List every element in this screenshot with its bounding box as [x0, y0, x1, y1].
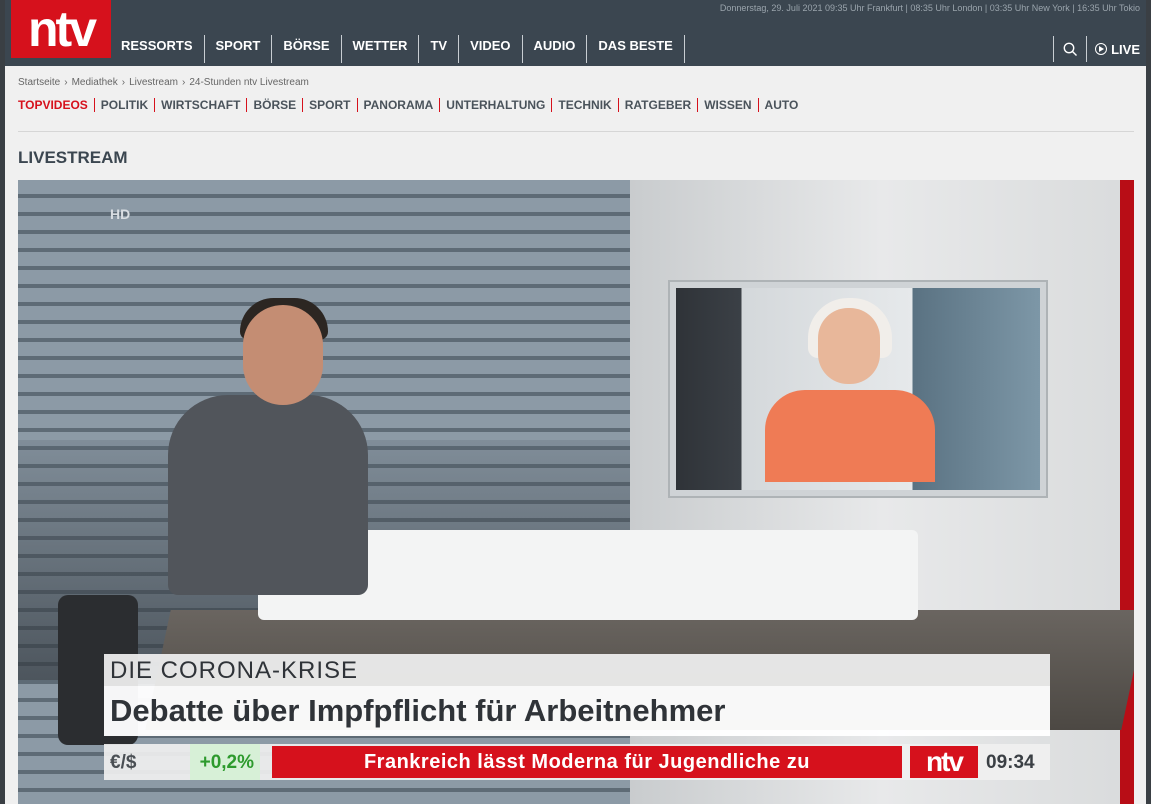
site-header: Donnerstag, 29. Juli 2021 09:35 Uhr Fran…	[5, 0, 1146, 66]
date-time-line: Donnerstag, 29. Juli 2021 09:35 Uhr Fran…	[719, 3, 1140, 13]
ntv-ticker-logo: ntv	[910, 746, 978, 778]
news-ticker: €/$ +0,2% Frankreich lässt Moderna für J…	[104, 744, 1050, 780]
subnav-wissen[interactable]: WISSEN	[697, 98, 757, 112]
ntv-logo[interactable]: ntv	[11, 0, 111, 58]
currency-change-box: +0,2%	[190, 744, 260, 780]
ticker-news: Frankreich lässt Moderna für Jugendliche…	[363, 751, 811, 773]
subnav-unterhaltung[interactable]: UNTERHALTUNG	[439, 98, 551, 112]
nav-tv[interactable]: TV	[419, 35, 460, 63]
live-button[interactable]: LIVE	[1087, 42, 1146, 57]
nav-audio[interactable]: AUDIO	[523, 35, 588, 63]
main-nav: RESSORTS SPORT BÖRSE WETTER TV VIDEO AUD…	[111, 34, 685, 64]
headline-text: Debatte über Impfpflicht für Arbeitnehme…	[110, 693, 726, 728]
subnav-politik[interactable]: POLITIK	[93, 98, 154, 112]
search-button[interactable]	[1053, 36, 1088, 62]
guest-figure	[765, 390, 935, 482]
breadcrumb-home[interactable]: Startseite	[18, 77, 60, 88]
subnav-technik[interactable]: TECHNIK	[551, 98, 617, 112]
ticker-time: 09:34	[986, 752, 1035, 773]
chevron-right-icon: ›	[64, 77, 68, 88]
nav-ressorts[interactable]: RESSORTS	[111, 35, 205, 63]
topic-text: DIE CORONA-KRISE	[110, 657, 359, 684]
nav-das-beste[interactable]: DAS BESTE	[587, 35, 685, 63]
video-category-nav: TOPVIDEOS POLITIK WIRTSCHAFT BÖRSE SPORT…	[18, 98, 804, 112]
browser-frame: Donnerstag, 29. Juli 2021 09:35 Uhr Fran…	[0, 0, 1151, 804]
subnav-panorama[interactable]: PANORAMA	[356, 98, 440, 112]
page: Donnerstag, 29. Juli 2021 09:35 Uhr Fran…	[5, 0, 1146, 804]
live-label: LIVE	[1111, 41, 1140, 57]
play-circle-icon	[1095, 43, 1108, 55]
nav-video[interactable]: VIDEO	[459, 35, 523, 63]
nav-sport[interactable]: SPORT	[205, 35, 273, 63]
presenter-figure	[168, 395, 368, 595]
nav-right: LIVE	[1053, 34, 1146, 64]
currency-change: +0,2%	[199, 752, 254, 773]
video-player[interactable]: HD DIE CORONA-KRISE Debatte über Impfpfl…	[18, 180, 1134, 804]
search-icon	[1063, 42, 1077, 56]
lower-third-topic: DIE CORONA-KRISE	[104, 654, 1050, 686]
breadcrumb-current: 24-Stunden ntv Livestream	[189, 77, 309, 88]
breadcrumb-livestream[interactable]: Livestream	[129, 77, 178, 88]
lower-third-headline: Debatte über Impfpflicht für Arbeitnehme…	[104, 686, 1050, 736]
subnav-boerse[interactable]: BÖRSE	[246, 98, 302, 112]
subnav-sport[interactable]: SPORT	[302, 98, 356, 112]
breadcrumb: Startseite › Mediathek › Livestream › 24-St…	[18, 77, 309, 88]
subnav-auto[interactable]: AUTO	[757, 98, 805, 112]
breadcrumb-mediathek[interactable]: Mediathek	[72, 77, 118, 88]
subnav-ratgeber[interactable]: RATGEBER	[617, 98, 697, 112]
studio-screen	[668, 280, 1048, 498]
chevron-right-icon: ›	[181, 77, 186, 88]
chevron-right-icon: ›	[121, 77, 126, 88]
hd-badge: HD	[110, 206, 131, 222]
subnav-wirtschaft[interactable]: WIRTSCHAFT	[154, 98, 246, 112]
ticker-news-box: Frankreich lässt Moderna für Jugendliche…	[272, 746, 902, 778]
divider	[18, 131, 1134, 132]
page-title: LIVESTREAM	[18, 148, 128, 167]
nav-wetter[interactable]: WETTER	[342, 35, 420, 63]
nav-boerse[interactable]: BÖRSE	[272, 35, 342, 63]
currency-pair: €/$	[110, 752, 137, 773]
subnav-topvideos[interactable]: TOPVIDEOS	[18, 98, 94, 112]
